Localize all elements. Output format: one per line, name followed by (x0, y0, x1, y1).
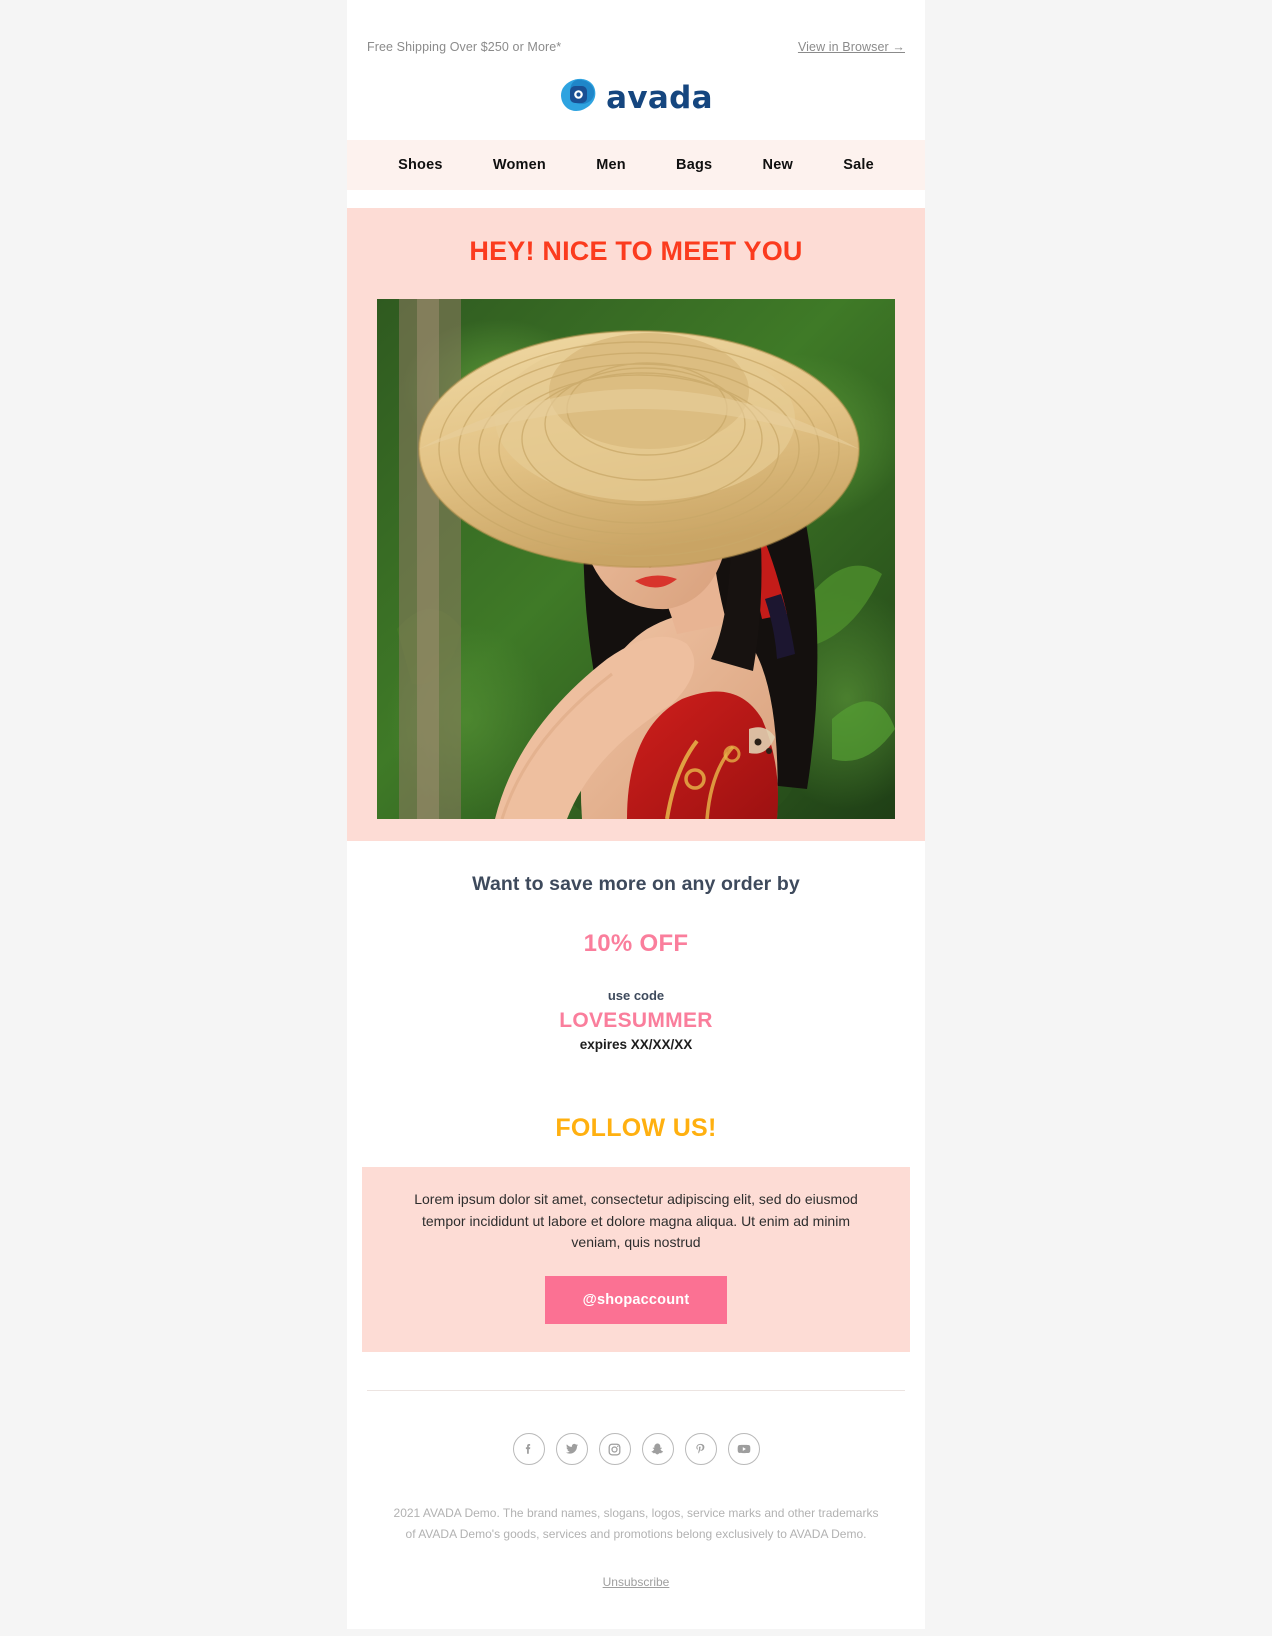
footer-section: 2021 AVADA Demo. The brand names, slogan… (347, 1352, 925, 1630)
follow-card-wrapper: Lorem ipsum dolor sit amet, consectetur … (347, 1167, 925, 1353)
nav-item-women[interactable]: Women (493, 157, 546, 173)
snapchat-icon[interactable] (641, 1433, 674, 1466)
promo-expiry: expires XX/XX/XX (579, 1037, 693, 1052)
hero-section: HEY! NICE TO MEET YOU (347, 208, 925, 841)
avada-blob-logo-icon (559, 77, 599, 120)
main-navigation: Shoes Women Men Bags New Sale (347, 140, 925, 190)
logo-bar: avada (347, 64, 925, 140)
offer-discount: 10% OFF (583, 930, 689, 957)
nav-item-shoes[interactable]: Shoes (398, 157, 443, 173)
unsubscribe-link[interactable]: Unsubscribe (347, 1545, 925, 1629)
brand-logo[interactable]: avada (559, 77, 713, 120)
nav-item-bags[interactable]: Bags (676, 157, 712, 173)
promo-code: LOVESUMMER (559, 1009, 713, 1032)
shipping-note: Free Shipping Over $250 or More* (367, 40, 562, 54)
brand-wordmark: avada (606, 80, 713, 116)
social-links (347, 1391, 925, 1466)
pinterest-icon[interactable] (684, 1433, 717, 1466)
twitter-icon[interactable] (555, 1433, 588, 1466)
follow-us-title: FOLLOW US! (347, 1114, 925, 1167)
footer-legal-line-1: 2021 AVADA Demo. The brand names, slogan… (393, 1506, 879, 1521)
youtube-icon[interactable] (727, 1433, 760, 1466)
footer-legal-line-2: of AVADA Demo's goods, services and prom… (405, 1527, 867, 1542)
facebook-icon[interactable] (512, 1433, 545, 1466)
hero-photo (377, 299, 895, 819)
instagram-icon[interactable] (598, 1433, 631, 1466)
shop-account-button[interactable]: @shopaccount (544, 1276, 728, 1325)
offer-section: Want to save more on any order by 10% OF… (347, 841, 925, 1052)
nav-item-sale[interactable]: Sale (843, 157, 874, 173)
nav-item-new[interactable]: New (763, 157, 793, 173)
nav-hero-spacer (347, 190, 925, 208)
email-container: Free Shipping Over $250 or More* View in… (347, 0, 925, 1630)
preheader-bar: Free Shipping Over $250 or More* View in… (347, 0, 925, 64)
follow-description: Lorem ipsum dolor sit amet, consectetur … (414, 1191, 858, 1251)
view-in-browser-link[interactable]: View in Browser → (798, 40, 905, 54)
follow-card: Lorem ipsum dolor sit amet, consectetur … (362, 1167, 910, 1353)
hero-title: HEY! NICE TO MEET YOU (469, 236, 803, 266)
offer-headline: Want to save more on any order by (472, 873, 800, 895)
nav-item-men[interactable]: Men (596, 157, 626, 173)
use-code-label: use code (607, 988, 665, 1003)
